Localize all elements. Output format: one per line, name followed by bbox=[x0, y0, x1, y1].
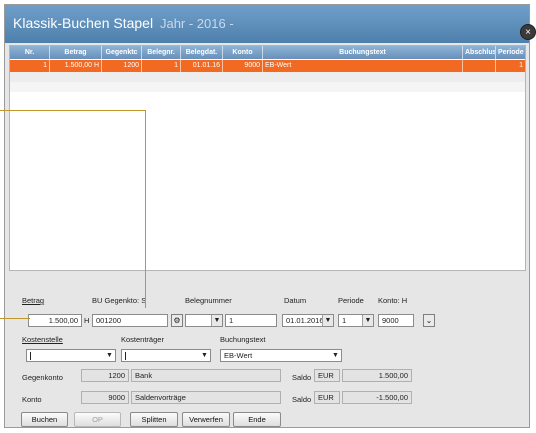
belegnummer-label: Belegnummer bbox=[185, 296, 232, 305]
betrag-label: Betrag bbox=[22, 296, 45, 305]
gegenkonto-info-label: Gegenkonto bbox=[22, 373, 63, 382]
dropdown-arrow-icon[interactable]: ▼ bbox=[211, 315, 222, 326]
close-icon[interactable]: × bbox=[520, 24, 536, 40]
empty-row bbox=[10, 82, 525, 92]
dropdown-arrow-icon[interactable]: ▼ bbox=[104, 350, 115, 361]
op-button[interactable]: OP bbox=[74, 412, 121, 427]
cell-buchungstext: EB-Wert bbox=[263, 60, 463, 72]
konto-info-label: Konto bbox=[22, 395, 42, 404]
klassik-buchen-window: Klassik-Buchen Stapel Jahr - 2016 - Nr. … bbox=[4, 4, 530, 428]
window-subtitle: Jahr - 2016 - bbox=[159, 16, 234, 31]
col-header-belegnr[interactable]: Belegnr. bbox=[142, 46, 181, 59]
konto-label: Konto: H bbox=[378, 296, 408, 305]
konto-info-name: Saldenvorträge bbox=[131, 391, 281, 404]
buchungstext-dropdown[interactable]: EB-Wert ▼ bbox=[220, 349, 342, 362]
datum-value: 01.01.2016 bbox=[286, 316, 324, 325]
verwerfen-button[interactable]: Verwerfen bbox=[182, 412, 230, 427]
ende-button[interactable]: Ende bbox=[233, 412, 281, 427]
col-header-buchungstext[interactable]: Buchungstext bbox=[263, 46, 463, 59]
cell-belegdat: 01.01.16 bbox=[181, 60, 223, 72]
datum-label: Datum bbox=[284, 296, 307, 305]
saldo-currency-1: EUR bbox=[314, 369, 340, 382]
cell-konto: 9000 bbox=[223, 60, 263, 72]
betrag-sh-indicator: H bbox=[84, 316, 90, 325]
konto-input[interactable]: 9000 bbox=[378, 314, 414, 327]
periode-value: 1 bbox=[342, 316, 347, 325]
kostentraeger-dropdown[interactable]: ▼ bbox=[121, 349, 211, 362]
cell-belegnr: 1 bbox=[142, 60, 181, 72]
periode-label: Periode bbox=[338, 296, 364, 305]
betrag-input[interactable]: 1.500,00 bbox=[28, 314, 82, 327]
col-header-gegenkonto[interactable]: Gegenktc bbox=[102, 46, 142, 59]
datum-dropdown[interactable]: 01.01.2016 ▼ bbox=[282, 314, 334, 327]
kostentraeger-label: Kostenträger bbox=[121, 335, 164, 344]
col-header-nr[interactable]: Nr. bbox=[10, 46, 50, 59]
title-bar: Klassik-Buchen Stapel Jahr - 2016 - bbox=[5, 5, 529, 43]
buchungstext-label: Buchungstext bbox=[220, 335, 266, 344]
saldo-currency-2: EUR bbox=[314, 391, 340, 404]
gegenkonto-info-nr: 1200 bbox=[81, 369, 129, 382]
annotation-line bbox=[145, 110, 146, 308]
col-header-betrag[interactable]: Betrag bbox=[50, 46, 102, 59]
gear-icon[interactable]: ⚙ bbox=[171, 314, 183, 327]
gegenkonto-label: BU Gegenkto: S bbox=[92, 296, 147, 305]
chevron-down-icon[interactable]: ⌄ bbox=[423, 314, 435, 327]
col-header-belegdat[interactable]: Belegdat. bbox=[181, 46, 223, 59]
window-title: Klassik-Buchen Stapel bbox=[13, 15, 154, 31]
saldo-value-2: -1.500,00 bbox=[342, 391, 412, 404]
text-caret bbox=[30, 350, 31, 361]
konto-info-nr: 9000 bbox=[81, 391, 129, 404]
kostenstelle-label: Kostenstelle bbox=[22, 335, 63, 344]
col-header-konto[interactable]: Konto bbox=[223, 46, 263, 59]
dropdown-arrow-icon[interactable]: ▼ bbox=[199, 350, 210, 361]
dropdown-arrow-icon[interactable]: ▼ bbox=[330, 350, 341, 361]
saldo-value-1: 1.500,00 bbox=[342, 369, 412, 382]
buchen-button[interactable]: Buchen bbox=[21, 412, 68, 427]
buchungstext-value: EB-Wert bbox=[224, 351, 253, 360]
text-caret bbox=[125, 350, 126, 361]
cell-periode: 1 bbox=[519, 62, 523, 69]
gegenkonto-info-name: Bank bbox=[131, 369, 281, 382]
gegenkonto-input[interactable]: 001200 bbox=[92, 314, 168, 327]
annotation-line bbox=[0, 110, 146, 111]
belegnummer-prefix-dropdown[interactable]: ▼ bbox=[185, 314, 223, 327]
dropdown-arrow-icon[interactable]: ▼ bbox=[362, 315, 373, 326]
dropdown-arrow-icon[interactable]: ▼ bbox=[322, 315, 333, 326]
saldo-label-2: Saldo bbox=[292, 395, 312, 404]
belegnummer-input[interactable]: 1 bbox=[225, 314, 277, 327]
cell-nr: 1 bbox=[10, 60, 50, 72]
table-row[interactable]: 1 1.500,00 H 1200 1 01.01.16 9000 EB-Wer… bbox=[10, 60, 525, 72]
splitten-button[interactable]: Splitten bbox=[130, 412, 178, 427]
cell-abschluss bbox=[463, 60, 496, 72]
col-header-abschluss[interactable]: Abschluss bbox=[463, 46, 496, 59]
col-header-periode[interactable]: Periode bbox=[496, 46, 525, 59]
grid-header: Nr. Betrag Gegenktc Belegnr. Belegdat. K… bbox=[10, 46, 525, 59]
booking-grid: Nr. Betrag Gegenktc Belegnr. Belegdat. K… bbox=[9, 45, 526, 271]
cell-gegenkonto: 1200 bbox=[102, 60, 142, 72]
annotation-line bbox=[0, 318, 30, 319]
kostenstelle-dropdown[interactable]: ▼ bbox=[26, 349, 116, 362]
periode-dropdown[interactable]: 1 ▼ bbox=[338, 314, 374, 327]
cell-betrag: 1.500,00 H bbox=[50, 60, 102, 72]
empty-row bbox=[10, 72, 525, 82]
saldo-label-1: Saldo bbox=[292, 373, 312, 382]
